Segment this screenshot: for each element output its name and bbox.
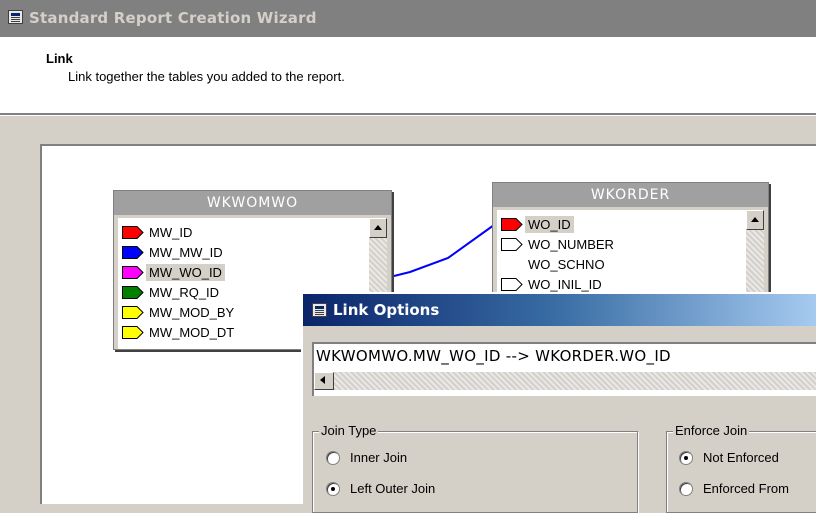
field-label: WO_SCHNO xyxy=(528,256,605,272)
up-arrow-icon xyxy=(374,225,382,230)
join-type-label: Join Type xyxy=(319,423,379,438)
join-type-group: Join Type Inner Join Left Outer Join xyxy=(312,423,638,513)
enforce-join-label: Enforce Join xyxy=(673,423,750,438)
field-flag-icon xyxy=(122,325,144,339)
wizard-header: Link Link together the tables you added … xyxy=(0,37,816,113)
link-expression-scrollbar[interactable] xyxy=(314,372,816,390)
field-flag-icon xyxy=(501,237,523,251)
link-options-dialog: Link Options WKWOMWO.MW_WO_ID --> WKORDE… xyxy=(301,292,816,513)
left-arrow-icon xyxy=(320,376,325,384)
field-flag-icon xyxy=(501,217,523,231)
up-arrow-icon xyxy=(751,217,759,222)
table-wkorder[interactable]: WKORDER WO_ID WO_NUMBER WO_SCHNO WO_INIL… xyxy=(492,182,769,294)
field-label: WO_NUMBER xyxy=(528,236,614,252)
field-label: MW_MW_ID xyxy=(149,244,223,260)
field-label: MW_WO_ID xyxy=(146,263,225,281)
table-wkwomwo-title: WKWOMWO xyxy=(114,191,391,215)
link-expression-list[interactable]: WKWOMWO.MW_WO_ID --> WKORDER.WO_ID xyxy=(312,342,816,396)
field-label: WO_INIL_ID xyxy=(528,276,602,292)
table-wkorder-title: WKORDER xyxy=(493,183,768,207)
field-item[interactable]: WO_INIL_ID xyxy=(501,274,605,293)
enforce-join-group: Enforce Join Not Enforced Enforced From xyxy=(666,423,816,513)
enforced-from-radio[interactable]: Enforced From xyxy=(679,481,789,496)
link-options-title-bar[interactable]: Link Options xyxy=(303,294,816,326)
radio-button-icon xyxy=(326,450,340,465)
field-flag-icon xyxy=(122,225,144,239)
field-item[interactable]: MW_RQ_ID xyxy=(122,282,222,302)
field-flag-icon xyxy=(501,277,523,291)
link-options-title: Link Options xyxy=(333,301,440,319)
wizard-window-icon xyxy=(8,10,23,24)
field-label: WO_ID xyxy=(525,215,574,233)
inner-join-radio[interactable]: Inner Join xyxy=(326,450,407,465)
step-description: Link together the tables you added to th… xyxy=(68,69,345,84)
field-flag-icon xyxy=(122,305,144,319)
field-label: MW_RQ_ID xyxy=(149,284,220,300)
field-item[interactable]: MW_ID xyxy=(122,222,195,242)
radio-button-icon xyxy=(326,481,340,496)
radio-button-icon xyxy=(679,450,693,465)
field-flag-icon xyxy=(122,265,144,279)
field-item-selected[interactable]: MW_WO_ID xyxy=(122,262,225,282)
field-item-selected[interactable]: WO_ID xyxy=(501,214,574,234)
link-line[interactable] xyxy=(393,224,495,277)
table-wkorder-fields: WO_ID WO_NUMBER WO_SCHNO WO_INIL_ID xyxy=(497,210,764,293)
field-item[interactable]: MW_MOD_DT xyxy=(122,322,237,342)
scroll-up-button[interactable] xyxy=(746,210,764,230)
field-item[interactable]: MW_MOD_BY xyxy=(122,302,237,322)
left-outer-join-label: Left Outer Join xyxy=(350,481,436,496)
field-flag-icon xyxy=(122,285,144,299)
field-item[interactable]: MW_MW_ID xyxy=(122,242,226,262)
wizard-title: Standard Report Creation Wizard xyxy=(29,9,317,27)
scroll-left-button[interactable] xyxy=(314,372,334,390)
left-outer-join-radio[interactable]: Left Outer Join xyxy=(326,481,435,496)
inner-join-label: Inner Join xyxy=(350,450,408,465)
field-label: MW_MOD_BY xyxy=(149,304,235,320)
field-flag-icon xyxy=(122,245,144,259)
step-title: Link xyxy=(46,51,73,66)
field-item[interactable]: WO_NUMBER xyxy=(501,234,617,254)
header-divider xyxy=(0,113,816,116)
not-enforced-radio[interactable]: Not Enforced xyxy=(679,450,779,465)
radio-button-icon xyxy=(679,481,693,496)
link-expression[interactable]: WKWOMWO.MW_WO_ID --> WKORDER.WO_ID xyxy=(316,347,671,365)
field-label: MW_MOD_DT xyxy=(149,324,235,340)
wizard-title-bar: Standard Report Creation Wizard xyxy=(0,0,816,37)
dialog-window-icon xyxy=(312,303,327,317)
enforced-from-label: Enforced From xyxy=(703,481,789,496)
scroll-up-button[interactable] xyxy=(369,218,387,238)
not-enforced-label: Not Enforced xyxy=(703,450,779,465)
field-label: MW_ID xyxy=(149,224,193,240)
field-item[interactable]: WO_SCHNO xyxy=(501,254,608,274)
table-wkorder-scrollbar[interactable] xyxy=(746,210,764,293)
